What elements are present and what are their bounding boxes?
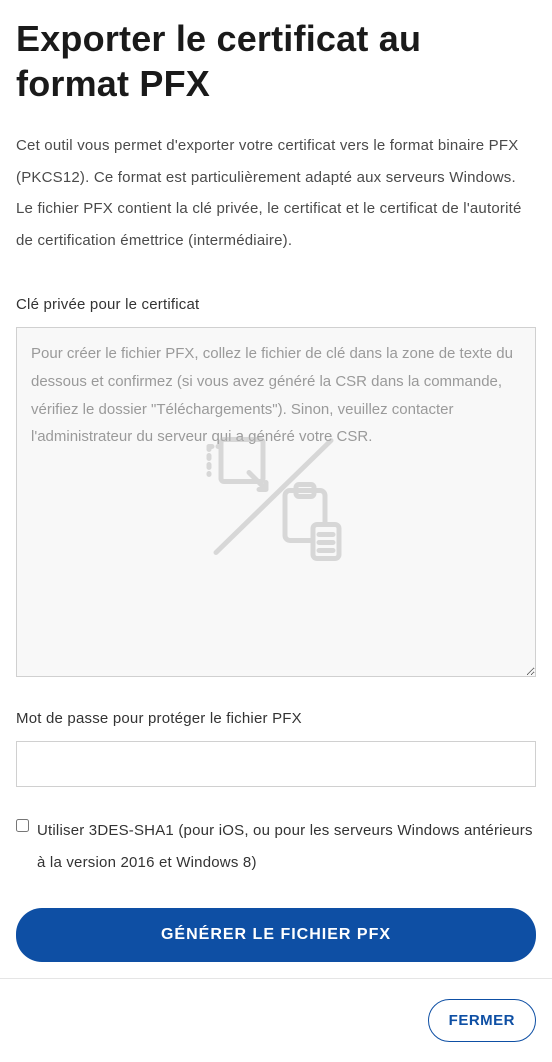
generate-pfx-button[interactable]: GÉNÉRER LE FICHIER PFX — [16, 908, 536, 962]
3des-checkbox-label[interactable]: Utiliser 3DES-SHA1 (pour iOS, ou pour le… — [37, 815, 536, 878]
private-key-label: Clé privée pour le certificat — [16, 296, 536, 313]
private-key-input[interactable] — [16, 327, 536, 677]
password-input[interactable] — [16, 741, 536, 787]
3des-checkbox[interactable] — [16, 818, 29, 833]
page-title: Exporter le certificat au format PFX — [16, 16, 536, 106]
description-text: Cet outil vous permet d'exporter votre c… — [16, 130, 536, 256]
close-button[interactable]: FERMER — [428, 999, 536, 1042]
password-label: Mot de passe pour protéger le fichier PF… — [16, 710, 536, 727]
